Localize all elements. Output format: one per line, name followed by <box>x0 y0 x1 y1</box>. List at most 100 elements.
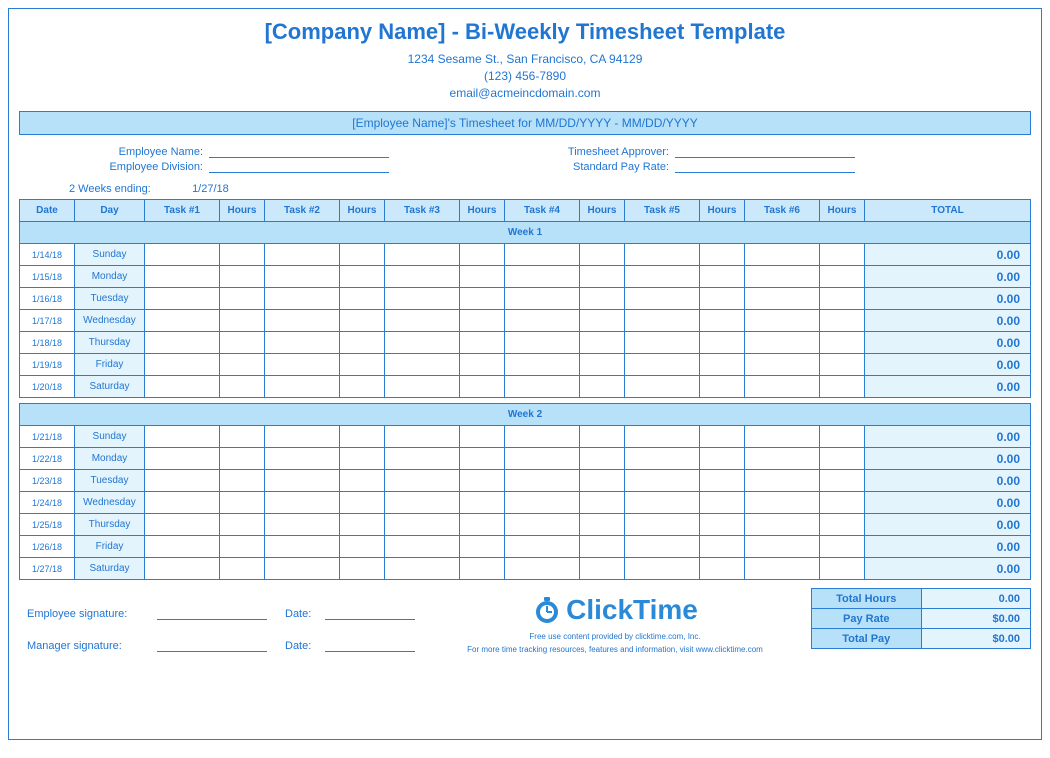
hours-cell[interactable] <box>220 266 265 288</box>
approver-input[interactable] <box>675 145 855 158</box>
task-cell[interactable] <box>745 332 820 354</box>
task-cell[interactable] <box>385 244 460 266</box>
hours-cell[interactable] <box>700 558 745 580</box>
hours-cell[interactable] <box>460 426 505 448</box>
task-cell[interactable] <box>145 310 220 332</box>
hours-cell[interactable] <box>340 492 385 514</box>
task-cell[interactable] <box>265 376 340 398</box>
hours-cell[interactable] <box>700 354 745 376</box>
task-cell[interactable] <box>745 288 820 310</box>
task-cell[interactable] <box>745 310 820 332</box>
hours-cell[interactable] <box>460 558 505 580</box>
hours-cell[interactable] <box>220 354 265 376</box>
hours-cell[interactable] <box>340 514 385 536</box>
hours-cell[interactable] <box>580 332 625 354</box>
hours-cell[interactable] <box>460 376 505 398</box>
hours-cell[interactable] <box>700 376 745 398</box>
task-cell[interactable] <box>265 288 340 310</box>
task-cell[interactable] <box>745 244 820 266</box>
task-cell[interactable] <box>385 354 460 376</box>
hours-cell[interactable] <box>220 332 265 354</box>
task-cell[interactable] <box>745 354 820 376</box>
task-cell[interactable] <box>505 536 580 558</box>
hours-cell[interactable] <box>820 536 865 558</box>
task-cell[interactable] <box>385 492 460 514</box>
task-cell[interactable] <box>145 288 220 310</box>
task-cell[interactable] <box>505 426 580 448</box>
hours-cell[interactable] <box>820 288 865 310</box>
task-cell[interactable] <box>145 426 220 448</box>
hours-cell[interactable] <box>700 288 745 310</box>
hours-cell[interactable] <box>820 244 865 266</box>
task-cell[interactable] <box>145 558 220 580</box>
hours-cell[interactable] <box>580 376 625 398</box>
pay-rate-input[interactable] <box>675 160 855 173</box>
hours-cell[interactable] <box>460 266 505 288</box>
hours-cell[interactable] <box>460 244 505 266</box>
task-cell[interactable] <box>265 514 340 536</box>
task-cell[interactable] <box>145 470 220 492</box>
task-cell[interactable] <box>145 376 220 398</box>
task-cell[interactable] <box>745 558 820 580</box>
task-cell[interactable] <box>505 266 580 288</box>
hours-cell[interactable] <box>220 310 265 332</box>
hours-cell[interactable] <box>340 426 385 448</box>
task-cell[interactable] <box>505 448 580 470</box>
hours-cell[interactable] <box>820 310 865 332</box>
task-cell[interactable] <box>505 470 580 492</box>
task-cell[interactable] <box>145 514 220 536</box>
task-cell[interactable] <box>625 514 700 536</box>
task-cell[interactable] <box>385 376 460 398</box>
hours-cell[interactable] <box>700 536 745 558</box>
hours-cell[interactable] <box>700 492 745 514</box>
task-cell[interactable] <box>745 376 820 398</box>
task-cell[interactable] <box>625 426 700 448</box>
task-cell[interactable] <box>145 448 220 470</box>
hours-cell[interactable] <box>580 266 625 288</box>
task-cell[interactable] <box>385 470 460 492</box>
hours-cell[interactable] <box>220 536 265 558</box>
hours-cell[interactable] <box>580 426 625 448</box>
hours-cell[interactable] <box>580 492 625 514</box>
hours-cell[interactable] <box>820 266 865 288</box>
task-cell[interactable] <box>145 536 220 558</box>
hours-cell[interactable] <box>340 470 385 492</box>
task-cell[interactable] <box>505 492 580 514</box>
task-cell[interactable] <box>505 558 580 580</box>
hours-cell[interactable] <box>580 558 625 580</box>
task-cell[interactable] <box>385 536 460 558</box>
task-cell[interactable] <box>625 288 700 310</box>
hours-cell[interactable] <box>580 310 625 332</box>
task-cell[interactable] <box>625 332 700 354</box>
task-cell[interactable] <box>505 244 580 266</box>
task-cell[interactable] <box>145 354 220 376</box>
hours-cell[interactable] <box>580 448 625 470</box>
hours-cell[interactable] <box>820 514 865 536</box>
task-cell[interactable] <box>385 332 460 354</box>
hours-cell[interactable] <box>460 354 505 376</box>
hours-cell[interactable] <box>340 558 385 580</box>
task-cell[interactable] <box>745 448 820 470</box>
task-cell[interactable] <box>625 244 700 266</box>
hours-cell[interactable] <box>460 310 505 332</box>
task-cell[interactable] <box>265 354 340 376</box>
mgr-date-input[interactable] <box>325 638 415 652</box>
task-cell[interactable] <box>625 492 700 514</box>
task-cell[interactable] <box>265 492 340 514</box>
hours-cell[interactable] <box>580 536 625 558</box>
hours-cell[interactable] <box>700 266 745 288</box>
task-cell[interactable] <box>385 426 460 448</box>
hours-cell[interactable] <box>220 470 265 492</box>
task-cell[interactable] <box>625 448 700 470</box>
hours-cell[interactable] <box>220 492 265 514</box>
task-cell[interactable] <box>385 514 460 536</box>
task-cell[interactable] <box>265 426 340 448</box>
hours-cell[interactable] <box>820 558 865 580</box>
hours-cell[interactable] <box>340 376 385 398</box>
employee-division-input[interactable] <box>209 160 389 173</box>
task-cell[interactable] <box>385 448 460 470</box>
task-cell[interactable] <box>385 558 460 580</box>
task-cell[interactable] <box>745 266 820 288</box>
hours-cell[interactable] <box>340 332 385 354</box>
hours-cell[interactable] <box>700 426 745 448</box>
